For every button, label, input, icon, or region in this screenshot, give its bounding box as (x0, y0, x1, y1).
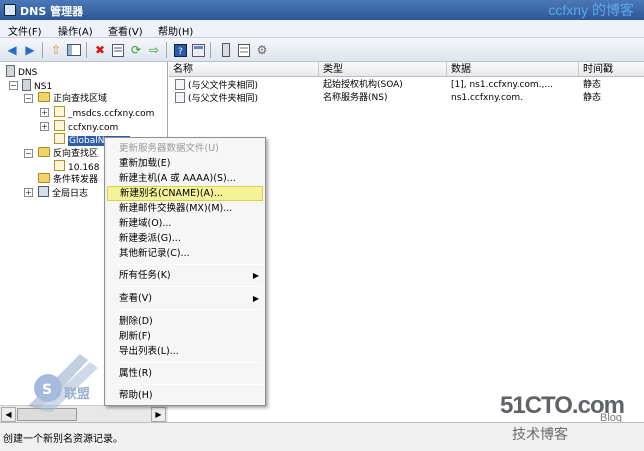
dns-record-icon[interactable] (218, 42, 234, 58)
column-header-timestamp[interactable]: 时间戳 (579, 62, 644, 77)
menu-help[interactable]: 帮助(H) (154, 22, 197, 39)
expand-toggle-icon[interactable]: + (40, 108, 49, 117)
menu-item-new-host[interactable]: 新建主机(A 或 AAAA)(S)... (107, 171, 263, 186)
show-hide-tree-icon[interactable] (66, 42, 82, 58)
tree-node-zone-main[interactable]: ccfxny.com (54, 120, 118, 133)
tree-node-reverse-zones[interactable]: 反向查找区 (38, 147, 98, 160)
submenu-arrow-icon: ▶ (252, 294, 259, 303)
folder-icon (38, 92, 50, 102)
toolbar: ◀ ▶ ⇧ ✖ ⟳ ⇨ ? ⚙ (0, 38, 644, 62)
table-row[interactable]: (与父文件夹相同) 名称服务器(NS) ns1.ccfxny.com. 静态 (169, 92, 644, 105)
tree-node-dns[interactable]: DNS (6, 65, 37, 78)
menu-separator (119, 264, 261, 265)
menu-item-view[interactable]: 查看(V) ▶ (107, 291, 263, 306)
column-header-data[interactable]: 数据 (447, 62, 579, 77)
svg-text:S: S (42, 382, 52, 398)
column-header-type[interactable]: 类型 (319, 62, 447, 77)
menu-item-new-alias-cname[interactable]: 新建别名(CNAME)(A)... (107, 186, 263, 201)
scroll-right-icon[interactable]: ▶ (151, 407, 166, 422)
tree-node-reverse-zone-item[interactable]: 10.168 (54, 160, 100, 173)
list-header: 名称 类型 数据 时间戳 (169, 62, 644, 77)
status-text: 创建一个新别名资源记录。 (3, 434, 123, 445)
table-row[interactable]: (与父文件夹相同) 起始授权机构(SOA) [1], ns1.ccfxny.co… (169, 79, 644, 92)
menu-item-export-list[interactable]: 导出列表(L)... (107, 344, 263, 359)
menu-item-new-domain[interactable]: 新建域(O)... (107, 216, 263, 231)
menu-item-new-mail-exchanger[interactable]: 新建邮件交换器(MX)(M)... (107, 201, 263, 216)
collapse-toggle-icon[interactable]: − (24, 94, 33, 103)
record-icon (175, 92, 185, 103)
record-name: (与父文件夹相同) (188, 81, 259, 91)
menu-view[interactable]: 查看(V) (104, 22, 147, 39)
menu-item-refresh[interactable]: 刷新(F) (107, 329, 263, 344)
zone-icon (54, 133, 65, 144)
menu-item-help[interactable]: 帮助(H) (107, 388, 263, 403)
record-type: 起始授权机构(SOA) (323, 80, 403, 90)
back-icon[interactable]: ◀ (4, 42, 20, 58)
menu-separator (119, 309, 261, 310)
dns-app-icon (4, 4, 16, 16)
tree-node-server[interactable]: NS1 (22, 79, 52, 92)
expand-toggle-icon[interactable]: + (40, 122, 49, 131)
menu-item-update-data-files[interactable]: 更新服务器数据文件(U) (107, 141, 263, 156)
tree-node-conditional-forwarders[interactable]: 条件转发器 (38, 173, 98, 186)
record-name: (与父文件夹相同) (188, 94, 259, 104)
menu-file[interactable]: 文件(F) (4, 22, 46, 39)
collapse-toggle-icon[interactable]: − (24, 149, 33, 158)
dns-root-icon (6, 65, 15, 77)
tree-node-global-logs[interactable]: 全局日志 (38, 186, 88, 199)
menu-item-new-delegation[interactable]: 新建委派(G)... (107, 231, 263, 246)
menu-action[interactable]: 操作(A) (54, 22, 97, 39)
scroll-left-icon[interactable]: ◀ (1, 407, 16, 422)
menu-item-other-new-records[interactable]: 其他新记录(C)... (107, 246, 263, 261)
menu-separator (119, 384, 261, 385)
server-icon[interactable] (236, 42, 252, 58)
column-header-name[interactable]: 名称 (169, 62, 319, 77)
record-data: ns1.ccfxny.com. (451, 93, 524, 103)
expand-toggle-icon[interactable]: + (24, 188, 33, 197)
export-icon[interactable]: ⇨ (146, 42, 162, 58)
badge-text: 联盟 (64, 386, 90, 402)
svg-text:?: ? (178, 47, 183, 57)
record-timestamp: 静态 (583, 93, 602, 103)
record-data: [1], ns1.ccfxny.com.,... (451, 80, 553, 90)
menu-separator (119, 286, 261, 287)
menu-item-reload[interactable]: 重新加载(E) (107, 156, 263, 171)
up-icon[interactable]: ⇧ (48, 42, 64, 58)
folder-icon (38, 173, 50, 183)
context-menu: 更新服务器数据文件(U) 重新加载(E) 新建主机(A 或 AAAA)(S)..… (104, 137, 266, 406)
log-icon (38, 186, 49, 197)
properties-icon[interactable] (110, 42, 126, 58)
zone-icon (54, 120, 65, 131)
blog-watermark: ccfxny 的博客 (548, 2, 634, 18)
window-title: DNS 管理器 (20, 5, 84, 18)
help-icon[interactable]: ? (172, 42, 188, 58)
tree-node-zone-msdcs[interactable]: _msdcs.ccfxny.com (54, 106, 154, 119)
record-icon (175, 79, 185, 90)
forward-icon[interactable]: ▶ (22, 42, 38, 58)
console-icon[interactable] (190, 42, 206, 58)
delete-icon[interactable]: ✖ (92, 42, 108, 58)
title-bar: DNS 管理器 ccfxny 的博客 (0, 0, 644, 20)
union-watermark-logo: S 联盟 (28, 354, 98, 412)
menu-item-delete[interactable]: 删除(D) (107, 314, 263, 329)
settings-icon[interactable]: ⚙ (254, 42, 270, 58)
menu-item-properties[interactable]: 属性(R) (107, 366, 263, 381)
menu-bar: 文件(F) 操作(A) 查看(V) 帮助(H) (0, 20, 644, 38)
tree-node-forward-zones[interactable]: 正向查找区域 (38, 92, 107, 105)
server-icon (22, 79, 31, 91)
menu-separator (119, 362, 261, 363)
site-logo-subtitle: 技术博客 (512, 427, 568, 443)
zone-icon (54, 106, 65, 117)
menu-item-all-tasks[interactable]: 所有任务(K) ▶ (107, 268, 263, 283)
submenu-arrow-icon: ▶ (252, 271, 259, 280)
collapse-toggle-icon[interactable]: − (9, 81, 18, 90)
record-timestamp: 静态 (583, 80, 602, 90)
refresh-icon[interactable]: ⟳ (128, 42, 144, 58)
zone-icon (54, 160, 65, 171)
record-type: 名称服务器(NS) (323, 93, 388, 103)
folder-icon (38, 147, 50, 157)
